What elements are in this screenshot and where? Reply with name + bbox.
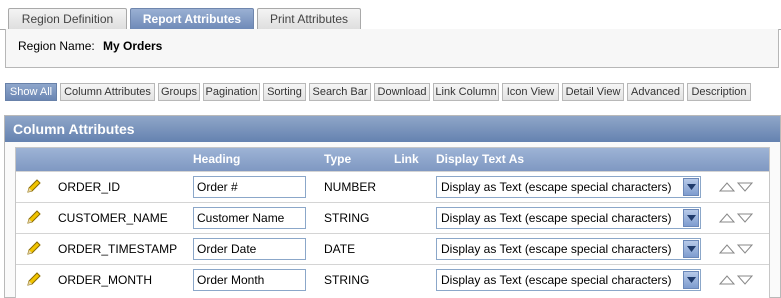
display-text-as-value: Display as Text (escape special characte… [441, 242, 672, 256]
triangle-up-icon[interactable] [719, 213, 736, 223]
header-link: Link [394, 152, 419, 166]
display-text-as-value: Display as Text (escape special characte… [441, 211, 672, 225]
display-text-as-select[interactable]: Display as Text (escape special characte… [436, 176, 701, 198]
subtab-link-column[interactable]: Link Column [433, 83, 499, 101]
triangle-up-icon[interactable] [719, 244, 736, 254]
pencil-icon[interactable] [26, 240, 42, 256]
tab-print-attributes[interactable]: Print Attributes [257, 8, 361, 29]
triangle-down-icon[interactable] [736, 182, 753, 192]
triangle-down-icon[interactable] [736, 275, 753, 285]
reorder-arrows [719, 213, 753, 223]
chevron-down-icon[interactable] [683, 209, 699, 227]
reorder-arrows [719, 182, 753, 192]
header-heading: Heading [193, 152, 241, 166]
header-display-text-as: Display Text As [436, 152, 525, 166]
pencil-icon[interactable] [26, 178, 42, 194]
subtab-description[interactable]: Description [687, 83, 751, 101]
chevron-down-icon[interactable] [683, 178, 699, 196]
display-text-as-select[interactable]: Display as Text (escape special characte… [436, 207, 701, 229]
header-type: Type [324, 152, 352, 166]
column-type: STRING [324, 273, 370, 287]
subtab-show-all[interactable]: Show All [5, 83, 57, 101]
column-type: DATE [324, 242, 356, 256]
subtab-download[interactable]: Download [374, 83, 430, 101]
subtab-advanced[interactable]: Advanced [627, 83, 684, 101]
panel-title: Column Attributes [5, 116, 780, 142]
triangle-up-icon[interactable] [719, 275, 736, 285]
triangle-down-icon[interactable] [736, 244, 753, 254]
column-name: ORDER_TIMESTAMP [58, 242, 178, 256]
pencil-icon[interactable] [26, 209, 42, 225]
region-name-value: My Orders [103, 39, 163, 53]
heading-input[interactable] [193, 269, 306, 291]
subtab-icon-view[interactable]: Icon View [502, 83, 559, 101]
subtab-detail-view[interactable]: Detail View [562, 83, 624, 101]
column-attributes-table: Heading Type Link Display Text As ORDER_… [15, 147, 770, 298]
table-row: ORDER_TIMESTAMP DATE Display as Text (es… [16, 233, 769, 264]
heading-input[interactable] [193, 176, 306, 198]
table-header: Heading Type Link Display Text As [16, 148, 769, 171]
table-row: ORDER_MONTH STRING Display as Text (esca… [16, 264, 769, 295]
column-name: CUSTOMER_NAME [58, 211, 168, 225]
table-row: CUSTOMER_NAME STRING Display as Text (es… [16, 202, 769, 233]
display-text-as-value: Display as Text (escape special characte… [441, 180, 672, 194]
reorder-arrows [719, 275, 753, 285]
region-name-box: Region Name: My Orders [5, 29, 779, 68]
column-attributes-panel: Column Attributes Heading Type Link Disp… [4, 115, 781, 298]
table-row: ORDER_ID NUMBER Display as Text (escape … [16, 171, 769, 202]
column-name: ORDER_ID [58, 180, 121, 194]
heading-input[interactable] [193, 238, 306, 260]
subtab-sorting[interactable]: Sorting [263, 83, 306, 101]
subtab-search-bar[interactable]: Search Bar [309, 83, 371, 101]
display-text-as-value: Display as Text (escape special characte… [441, 273, 672, 287]
column-name: ORDER_MONTH [58, 273, 153, 287]
column-type: STRING [324, 211, 370, 225]
reorder-arrows [719, 244, 753, 254]
chevron-down-icon[interactable] [683, 271, 699, 289]
chevron-down-icon[interactable] [683, 240, 699, 258]
column-type: NUMBER [324, 180, 377, 194]
heading-input[interactable] [193, 207, 306, 229]
tab-report-attributes[interactable]: Report Attributes [130, 8, 254, 29]
subtab-column-attributes[interactable]: Column Attributes [60, 83, 155, 101]
display-text-as-select[interactable]: Display as Text (escape special characte… [436, 269, 701, 291]
subtab-groups[interactable]: Groups [158, 83, 200, 101]
tab-bar: Region Definition Report Attributes Prin… [0, 0, 781, 30]
triangle-up-icon[interactable] [719, 182, 736, 192]
pencil-icon[interactable] [26, 271, 42, 287]
display-text-as-select[interactable]: Display as Text (escape special characte… [436, 238, 701, 260]
subtab-pagination[interactable]: Pagination [203, 83, 260, 101]
triangle-down-icon[interactable] [736, 213, 753, 223]
tab-region-definition[interactable]: Region Definition [8, 8, 127, 29]
region-name-label: Region Name: [18, 39, 95, 53]
